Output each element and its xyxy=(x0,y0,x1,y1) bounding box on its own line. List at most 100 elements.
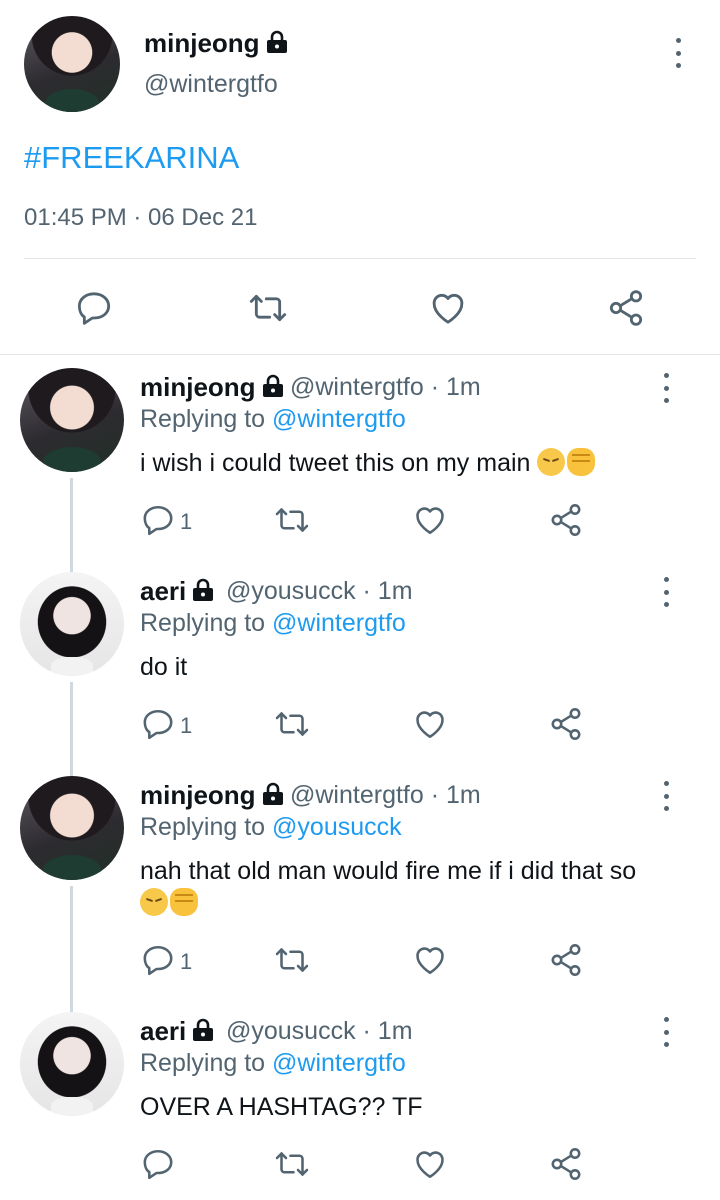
reply-button[interactable] xyxy=(140,942,176,978)
heart-icon xyxy=(416,1151,444,1179)
reply-button[interactable] xyxy=(140,1146,176,1182)
like-button[interactable] xyxy=(412,942,448,978)
reply-icon xyxy=(143,505,173,536)
lock-icon xyxy=(193,578,214,601)
avatar[interactable] xyxy=(20,1012,124,1116)
replying-to-link[interactable]: @wintergtfo xyxy=(272,405,406,433)
like-button[interactable] xyxy=(412,706,448,742)
replying-to-link[interactable]: @yousucck xyxy=(272,813,402,841)
author-name[interactable]: aeri xyxy=(140,1016,214,1047)
raised-fist-emoji xyxy=(567,448,596,476)
replying-to: Replying to @wintergtfo xyxy=(140,1049,406,1078)
reply-count: 1 xyxy=(180,713,193,738)
retweet-button[interactable] xyxy=(274,502,310,538)
retweet-button[interactable] xyxy=(274,706,310,742)
retweet-button[interactable] xyxy=(248,288,288,328)
reply-button[interactable] xyxy=(140,706,176,742)
author-handle[interactable]: @wintergtfo xyxy=(144,70,278,99)
divider xyxy=(0,354,720,355)
share-icon xyxy=(551,504,581,536)
heart-icon xyxy=(416,507,444,535)
retweet-icon xyxy=(275,508,309,532)
author-handle[interactable]: @wintergtfo · 1m xyxy=(290,373,481,402)
share-button[interactable] xyxy=(548,942,584,978)
reply-count: 1 xyxy=(180,949,193,974)
lock-icon xyxy=(193,1018,214,1041)
avatar[interactable] xyxy=(20,776,124,880)
thread-line xyxy=(70,478,73,576)
replying-to-prefix: Replying to xyxy=(140,609,273,637)
reply-button[interactable] xyxy=(140,502,176,538)
reply-icon xyxy=(143,1149,173,1180)
like-button[interactable] xyxy=(428,288,468,328)
thread-line xyxy=(70,682,73,780)
author-name-text: minjeong xyxy=(140,780,256,810)
author-name[interactable]: aeri xyxy=(140,576,214,607)
reply-text: OVER A HASHTAG?? TF xyxy=(140,1093,423,1121)
author-name[interactable]: minjeong xyxy=(140,372,284,403)
retweet-icon xyxy=(275,712,309,736)
reply-text: nah that old man would fire me if i did … xyxy=(140,855,700,919)
share-button[interactable] xyxy=(606,288,646,328)
retweet-icon xyxy=(249,294,287,322)
author-handle[interactable]: @wintergtfo · 1m xyxy=(290,781,481,810)
reply-icon xyxy=(143,709,173,740)
heart-icon xyxy=(416,711,444,739)
more-options-button[interactable] xyxy=(661,577,671,607)
author-handle[interactable]: @yousucck · 1m xyxy=(226,577,413,606)
share-icon xyxy=(609,290,643,326)
share-icon xyxy=(551,944,581,976)
replying-to-link[interactable]: @wintergtfo xyxy=(272,1049,406,1077)
replying-to-link[interactable]: @wintergtfo xyxy=(272,609,406,637)
reply-text-content: nah that old man would fire me if i did … xyxy=(140,857,637,885)
author-name-text: minjeong xyxy=(140,372,256,402)
reply-icon xyxy=(77,292,111,325)
more-options-button[interactable] xyxy=(673,38,683,68)
like-button[interactable] xyxy=(412,1146,448,1182)
author-name-text: aeri xyxy=(140,1016,187,1046)
heart-icon xyxy=(416,947,444,975)
share-icon xyxy=(551,708,581,740)
tweet-timestamp: 01:45 PM · 06 Dec 21 xyxy=(24,204,258,231)
avatar[interactable] xyxy=(20,572,124,676)
lock-icon xyxy=(266,30,287,53)
like-button[interactable] xyxy=(412,502,448,538)
divider xyxy=(24,258,696,259)
avatar[interactable] xyxy=(24,16,120,112)
reply-text: do it xyxy=(140,653,188,681)
thread-line xyxy=(70,886,73,1014)
lock-icon xyxy=(262,374,283,397)
retweet-button[interactable] xyxy=(274,1146,310,1182)
avatar[interactable] xyxy=(20,368,124,472)
retweet-icon xyxy=(275,948,309,972)
tweet-hashtag[interactable]: #FREEKARINA xyxy=(24,140,239,176)
author-name-text: aeri xyxy=(140,576,187,606)
more-options-button[interactable] xyxy=(661,1017,671,1047)
raised-fist-emoji xyxy=(170,888,198,916)
retweet-button[interactable] xyxy=(274,942,310,978)
more-options-button[interactable] xyxy=(661,781,671,811)
reply-text-content: i wish i could tweet this on my main xyxy=(140,449,531,477)
author-name-text: minjeong xyxy=(144,28,260,58)
share-button[interactable] xyxy=(548,1146,584,1182)
share-button[interactable] xyxy=(548,706,584,742)
reply-text: i wish i could tweet this on my main xyxy=(140,447,700,479)
replying-to: Replying to @wintergtfo xyxy=(140,609,406,638)
replying-to: Replying to @wintergtfo xyxy=(140,405,406,434)
reply-button[interactable] xyxy=(74,288,114,328)
more-options-button[interactable] xyxy=(661,373,671,403)
heart-icon xyxy=(432,293,464,324)
author-name[interactable]: minjeong xyxy=(140,780,284,811)
replying-to: Replying to @yousucck xyxy=(140,813,402,842)
author-handle[interactable]: @yousucck · 1m xyxy=(226,1017,413,1046)
share-button[interactable] xyxy=(548,502,584,538)
share-icon xyxy=(551,1148,581,1180)
pensive-face-emoji xyxy=(140,888,168,916)
replying-to-prefix: Replying to xyxy=(140,813,273,841)
replying-to-prefix: Replying to xyxy=(140,1049,273,1077)
reply-icon xyxy=(143,945,173,976)
reply-count: 1 xyxy=(180,509,193,534)
author-name[interactable]: minjeong xyxy=(144,28,288,59)
pensive-face-emoji xyxy=(537,448,566,476)
lock-icon xyxy=(262,782,283,805)
